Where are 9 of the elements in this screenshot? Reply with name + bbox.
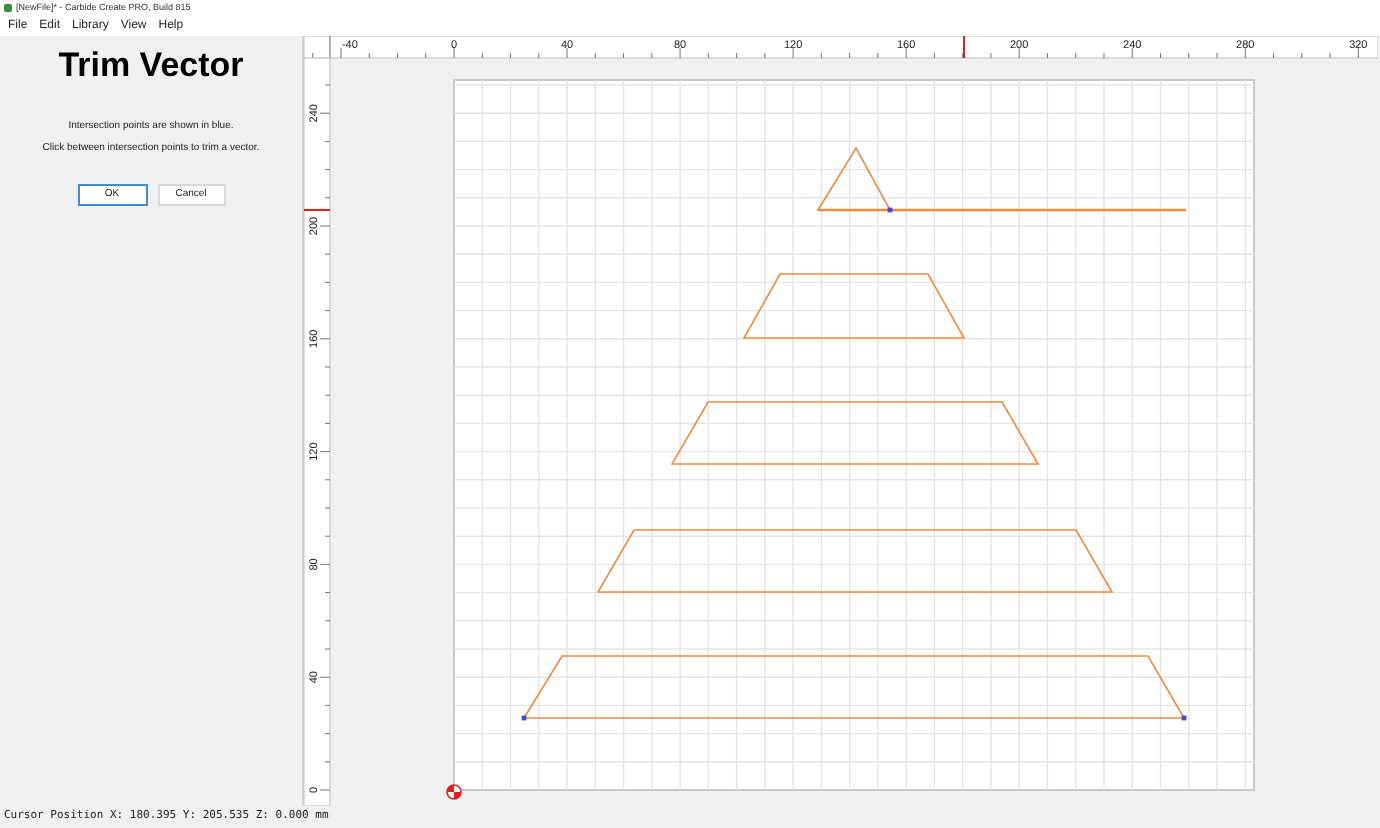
app-icon — [4, 4, 12, 12]
intersection-point — [1181, 715, 1187, 721]
intersection-point — [887, 207, 893, 213]
triangle-vector — [816, 146, 892, 211]
panel-title: Trim Vector — [58, 44, 244, 88]
origin-icon — [446, 784, 462, 800]
cursor-marker — [963, 36, 965, 59]
cursor-marker — [304, 209, 331, 211]
intersection-point — [521, 715, 527, 721]
